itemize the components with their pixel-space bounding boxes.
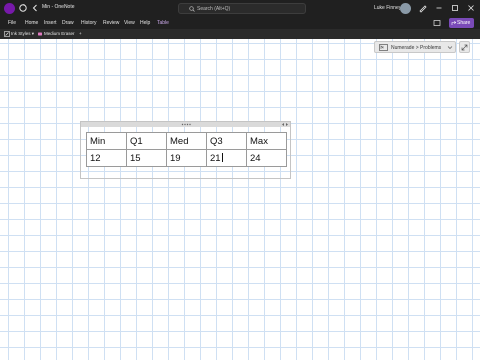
table-cell[interactable]: 19 [166, 149, 207, 167]
minimize-icon[interactable] [434, 3, 444, 13]
ink-styles-label: Ink Styles [11, 31, 31, 36]
note-resize-icon[interactable] [281, 122, 289, 127]
table-cell[interactable]: 15 [126, 149, 167, 167]
table-cell[interactable]: Min [86, 132, 127, 150]
table-cell-value: 21 [210, 152, 221, 164]
ink-styles-button[interactable]: Ink Styles ▾ [4, 30, 34, 38]
back-icon[interactable] [30, 3, 40, 13]
menu-draw[interactable]: Draw [62, 20, 74, 26]
menu-file[interactable]: File [8, 20, 16, 26]
close-icon[interactable] [466, 3, 476, 13]
sync-icon[interactable] [18, 3, 28, 13]
ink-styles-icon [4, 31, 10, 37]
menu-review[interactable]: Review [103, 20, 119, 26]
drag-dots-icon [181, 123, 191, 126]
menu-help[interactable]: Help [140, 20, 150, 26]
ribbon-toolbar: Ink Styles ▾ Medium Eraser + [0, 29, 480, 39]
add-tool-button[interactable]: + [79, 30, 82, 38]
search-icon [189, 6, 195, 12]
title-bar: Min - OneNote Search (Alt+Q) Luke Finney [0, 0, 480, 17]
expand-button[interactable] [459, 41, 470, 53]
restore-icon[interactable] [450, 3, 460, 13]
onenote-app-icon[interactable] [4, 3, 15, 14]
avatar[interactable] [400, 3, 411, 14]
note-canvas[interactable] [0, 39, 480, 360]
table-cell[interactable]: 24 [246, 149, 287, 167]
menu-insert[interactable]: Insert [44, 20, 57, 26]
menu-home[interactable]: Home [25, 20, 38, 26]
pen-icon[interactable] [418, 3, 428, 13]
table-cell[interactable]: Q3 [206, 132, 247, 150]
share-button[interactable]: Share [449, 18, 474, 28]
menu-view[interactable]: View [124, 20, 135, 26]
menu-table[interactable]: Table [157, 20, 169, 26]
table-cell[interactable]: Max [246, 132, 287, 150]
quartile-table: Min Q1 Med Q3 Max 12 15 19 21 24 [86, 132, 287, 167]
search-placeholder: Search (Alt+Q) [197, 6, 231, 12]
chevron-down-icon [447, 46, 453, 49]
medium-eraser-button[interactable]: Medium Eraser [37, 30, 75, 38]
document-title: Min - OneNote [42, 4, 75, 10]
user-name[interactable]: Luke Finney [374, 5, 401, 11]
menu-history[interactable]: History [81, 20, 97, 26]
table-cell[interactable]: Med [166, 132, 207, 150]
eraser-icon [38, 32, 42, 36]
note-drag-handle[interactable] [81, 122, 290, 127]
table-row: 12 15 19 21 24 [86, 149, 287, 167]
numerade-icon [379, 44, 388, 51]
text-cursor [221, 153, 223, 163]
share-label: Share [457, 20, 471, 26]
numerade-addin-button[interactable]: Numerade > Problems [374, 41, 456, 53]
search-box[interactable]: Search (Alt+Q) [178, 3, 306, 14]
table-cell[interactable]: Q1 [126, 132, 167, 150]
notification-icon[interactable] [433, 19, 441, 27]
expand-icon [461, 44, 468, 51]
table-cell-active[interactable]: 21 [206, 149, 247, 167]
table-cell[interactable]: 12 [86, 149, 127, 167]
menu-bar: File Home Insert Draw History Review Vie… [0, 17, 480, 29]
table-header-row: Min Q1 Med Q3 Max [86, 132, 287, 150]
medium-eraser-label: Medium Eraser [44, 31, 75, 36]
numerade-label: Numerade > Problems [391, 44, 442, 51]
